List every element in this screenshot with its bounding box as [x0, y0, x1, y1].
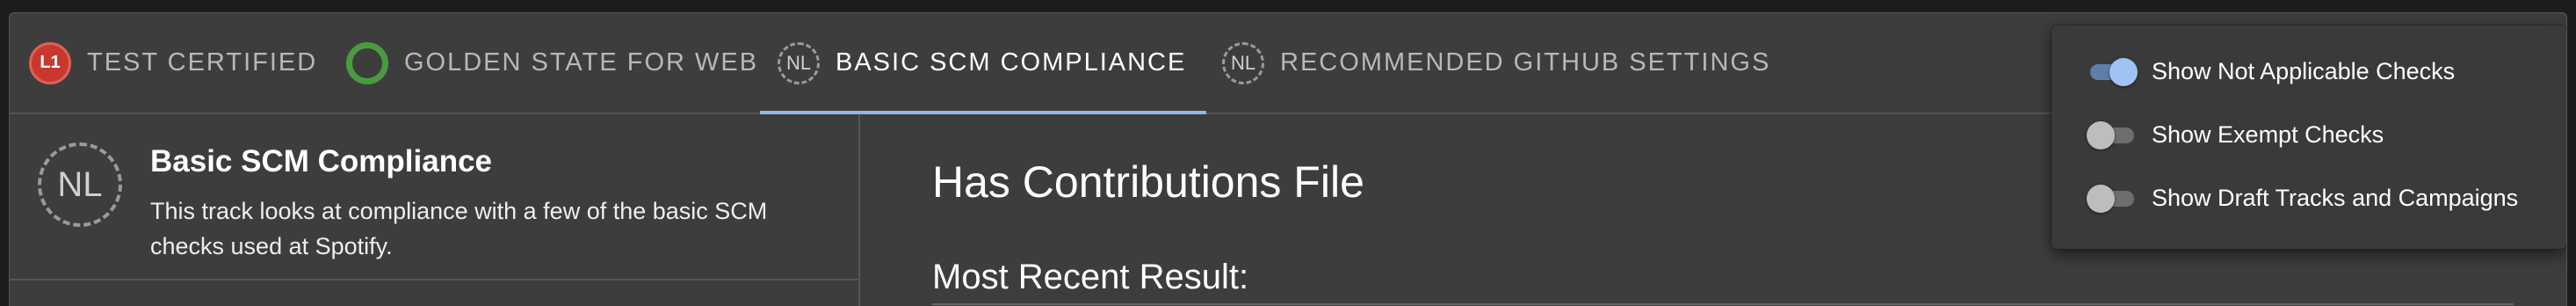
check-title: Has Contributions File	[932, 157, 1364, 207]
toggle-show-draft-tracks[interactable]: Show Draft Tracks and Campaigns	[2087, 180, 2518, 215]
toggle-show-not-applicable[interactable]: Show Not Applicable Checks	[2087, 54, 2455, 89]
progress-ring-icon	[346, 41, 388, 84]
tab-basic-scm-compliance[interactable]: NL Basic SCM Compliance	[760, 13, 1206, 114]
tab-label: Golden State for Web	[404, 48, 759, 76]
toggle-switch[interactable]	[2087, 180, 2136, 215]
toggle-switch[interactable]	[2087, 117, 2136, 152]
track-level-badge-icon: NL	[38, 142, 122, 227]
tab-label: Basic SCM Compliance	[836, 48, 1187, 76]
no-level-badge-icon: NL	[1222, 41, 1264, 84]
tab-label: Recommended GitHub Settings	[1280, 48, 1771, 76]
toggle-switch[interactable]	[2087, 54, 2138, 89]
tab-label: Test Certified	[87, 48, 318, 76]
level-badge-l1-icon: L1	[29, 41, 71, 84]
divider	[10, 279, 858, 280]
track-title: Basic SCM Compliance	[150, 144, 492, 178]
toggle-show-exempt[interactable]: Show Exempt Checks	[2087, 117, 2384, 152]
no-level-badge-icon: NL	[778, 41, 820, 84]
tab-recommended-github-settings[interactable]: NL Recommended GitHub Settings	[1222, 13, 1770, 113]
divider	[932, 303, 2514, 305]
toggle-label: Show Exempt Checks	[2152, 120, 2384, 148]
view-options-menu: Show Not Applicable Checks Show Exempt C…	[2051, 26, 2566, 249]
tab-test-certified[interactable]: L1 Test Certified	[29, 13, 317, 113]
track-description: This track looks at compliance with a fe…	[150, 198, 768, 259]
tab-golden-state-for-web[interactable]: Golden State for Web	[346, 13, 758, 113]
app-frame: L1 Test Certified Golden State for Web N…	[9, 12, 2567, 306]
track-info-panel: NL Basic SCM Compliance This track looks…	[10, 114, 860, 306]
toggle-label: Show Not Applicable Checks	[2152, 57, 2456, 84]
most-recent-result-heading: Most Recent Result:	[932, 258, 1249, 296]
toggle-label: Show Draft Tracks and Campaigns	[2152, 184, 2519, 211]
